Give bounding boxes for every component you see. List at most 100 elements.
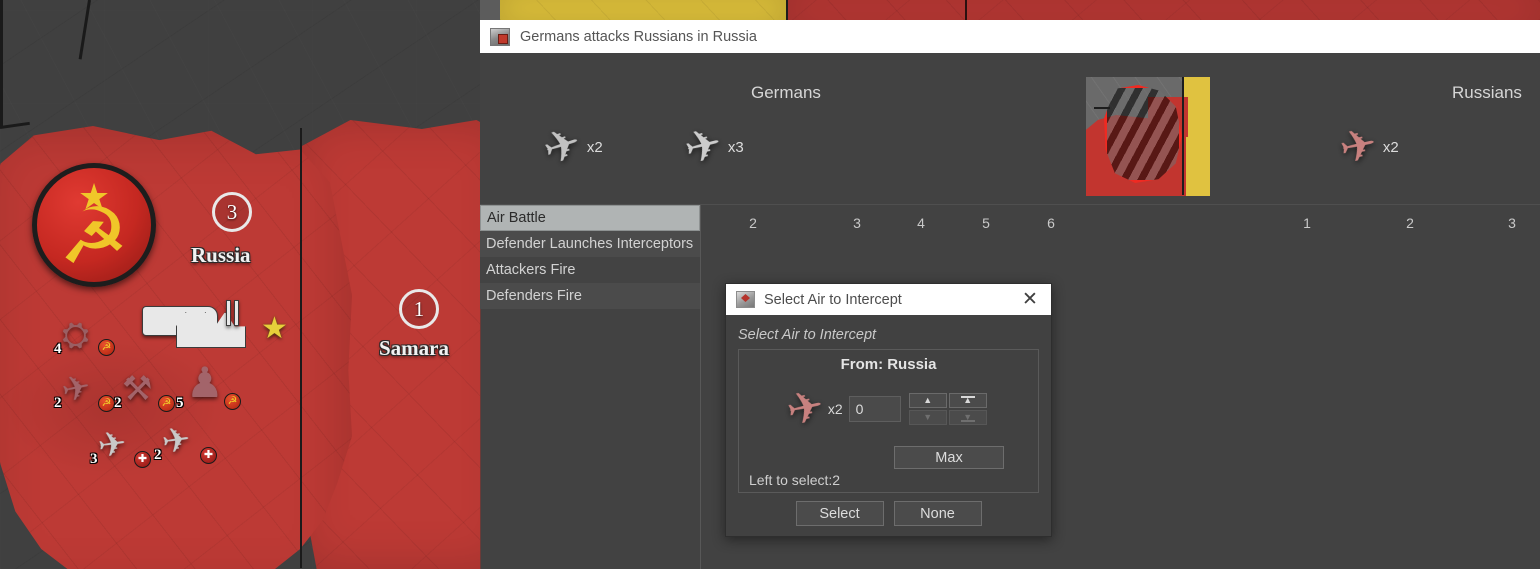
territory-minimap[interactable] <box>1086 77 1210 196</box>
phase-item-air-battle[interactable]: Air Battle <box>480 205 700 231</box>
unit-bomber-german[interactable]: ✈ 2 ✚ <box>154 420 217 464</box>
attacker-slot-6: 6 <box>1047 215 1055 231</box>
stepper-down-button[interactable]: ▼ <box>908 410 947 425</box>
dialog-titlebar[interactable]: Select Air to Intercept ✕ <box>726 284 1051 315</box>
fighter-icon: ✈ <box>679 118 728 175</box>
smokestack-icon <box>234 300 239 326</box>
stepper-up-max-button[interactable]: ▲ <box>948 393 987 408</box>
battle-phase-list[interactable]: Air Battle Defender Launches Interceptor… <box>480 205 700 309</box>
unit-multiplier: x3 <box>727 138 744 156</box>
quantity-input[interactable]: 0 <box>848 396 901 422</box>
unit-count: 2 <box>154 447 162 463</box>
attacker-slot-3: 3 <box>853 215 861 231</box>
unit-count: 2 <box>54 395 62 411</box>
attacker-slot-4: 4 <box>917 215 925 231</box>
air-unit-icon <box>736 291 755 308</box>
unit-count: 3 <box>90 451 98 467</box>
dialog-title: Select Air to Intercept <box>764 291 902 308</box>
region-label-russia: Russia <box>191 243 251 267</box>
defender-label: Russians <box>1452 83 1522 102</box>
dialog-body: Select Air to Intercept From: Russia ✈ x… <box>726 315 1051 538</box>
phase-label: Defender Launches Interceptors <box>486 236 694 252</box>
defender-slot-1: 1 <box>1303 215 1311 231</box>
map-border <box>300 128 302 568</box>
select-button[interactable]: Select <box>795 501 884 526</box>
unit-artillery[interactable]: ⛭ 4 ☭ <box>54 316 115 357</box>
minimap-line <box>1094 107 1110 109</box>
bomber-icon: ✈ <box>537 117 588 176</box>
fighter-icon: ✈ <box>1335 118 1382 175</box>
stepper-up-button[interactable]: ▲ <box>908 393 947 408</box>
map-border <box>0 0 3 126</box>
close-icon[interactable]: ✕ <box>1017 287 1043 313</box>
quantity-stepper[interactable]: ▲ ▲ ▼ ▼ <box>908 393 987 425</box>
unit-quantity-picker[interactable]: ✈ x2 0 ▲ ▲ ▼ ▼ <box>747 381 1030 436</box>
dialog-subtitle: Select Air to Intercept <box>738 327 877 343</box>
phase-label: Defenders Fire <box>486 288 582 304</box>
panel-divider <box>700 205 701 569</box>
region-unit-count-samara: 1 <box>399 289 439 329</box>
unit-count: 2 <box>114 395 122 411</box>
infantry-icon: ♟ <box>186 359 224 406</box>
defender-slot-3: 3 <box>1508 215 1516 231</box>
source-territory-label: From: Russia <box>840 356 937 373</box>
territory-border <box>965 0 967 20</box>
soviet-flag-icon: ☭ <box>158 395 175 412</box>
fighter-icon: ✈ <box>95 424 130 466</box>
battle-window-title: Germans attacks Russians in Russia <box>520 28 757 45</box>
victory-city-star-icon: ★ <box>261 312 288 345</box>
phase-label: Air Battle <box>487 210 546 226</box>
max-button[interactable]: Max <box>894 446 1004 469</box>
hammer-sickle-icon: ☭ <box>59 192 129 280</box>
unit-count: 4 <box>54 341 62 357</box>
stepper-bar-icon <box>960 396 975 398</box>
battle-icon <box>490 27 510 46</box>
defender-slot-2: 2 <box>1406 215 1414 231</box>
german-flag-icon: ✚ <box>200 447 217 464</box>
unit-infantry[interactable]: ♟ 5 ☭ <box>176 359 241 411</box>
fighter-icon: ✈ <box>58 367 95 411</box>
unit-fighter-german[interactable]: ✈ 3 ✚ <box>90 424 151 468</box>
phase-item-defenders-fire[interactable]: Defenders Fire <box>480 283 700 309</box>
territory-red-top[interactable] <box>786 0 1540 20</box>
unit-fighter-soviet[interactable]: ✈ 2 ☭ <box>54 367 115 412</box>
aa-gun-icon: ⚒ <box>122 370 153 408</box>
minimap-line <box>1182 77 1184 195</box>
smokestack-icon <box>226 300 231 326</box>
unit-multiplier: x2 <box>586 138 603 156</box>
defender-unit-fighter[interactable]: ✈ x2 <box>1335 119 1399 175</box>
attacker-unit-bomber[interactable]: ✈ x2 <box>537 118 603 176</box>
unit-count: 5 <box>176 395 184 411</box>
phase-item-attackers-fire[interactable]: Attackers Fire <box>480 257 700 283</box>
territory-yellow[interactable] <box>500 0 786 20</box>
dialog-actions: Select None <box>738 501 1039 526</box>
stepper-bar-icon <box>960 420 975 422</box>
none-button[interactable]: None <box>893 501 982 526</box>
battle-window-titlebar: Germans attacks Russians in Russia <box>480 20 1540 53</box>
phase-item-defender-launches-interceptors[interactable]: Defender Launches Interceptors <box>480 231 700 257</box>
attacker-slot-2: 2 <box>749 215 757 231</box>
region-unit-count-russia: 3 <box>212 192 252 232</box>
unit-multiplier: x2 <box>827 401 843 417</box>
soviet-roundel-icon: ★ ☭ <box>32 163 156 287</box>
region-label-samara: Samara <box>379 336 449 360</box>
bomber-icon: ✈ <box>159 420 194 462</box>
stepper-down-min-button[interactable]: ▼ <box>948 410 987 425</box>
unit-multiplier: x2 <box>1382 138 1399 156</box>
soviet-flag-icon: ☭ <box>224 393 241 410</box>
soviet-flag-icon: ☭ <box>98 395 115 412</box>
attacker-label: Germans <box>751 83 821 102</box>
screen: ★ ☭ 3 Russia 1 Samara ★ ⛭ 4 ☭ ✈ 2 ☭ ⚒ 2 … <box>0 0 1540 569</box>
intercept-source-group: From: Russia ✈ x2 0 ▲ ▲ ▼ ▼ Max Left to … <box>738 349 1039 493</box>
unit-aa-gun[interactable]: ⚒ 2 ☭ <box>114 370 175 412</box>
fighter-icon: ✈ <box>782 380 829 437</box>
artillery-icon: ⛭ <box>62 316 90 354</box>
attacker-slot-5: 5 <box>982 215 990 231</box>
map-neutral-strip <box>480 0 502 20</box>
select-air-to-intercept-dialog: Select Air to Intercept ✕ Select Air to … <box>725 283 1052 537</box>
german-flag-icon: ✚ <box>134 451 151 468</box>
territory-border <box>786 0 788 20</box>
attacker-unit-fighter[interactable]: ✈ x3 <box>679 118 744 174</box>
phase-label: Attackers Fire <box>486 262 576 278</box>
left-to-select-label: Left to select:2 <box>749 472 841 488</box>
